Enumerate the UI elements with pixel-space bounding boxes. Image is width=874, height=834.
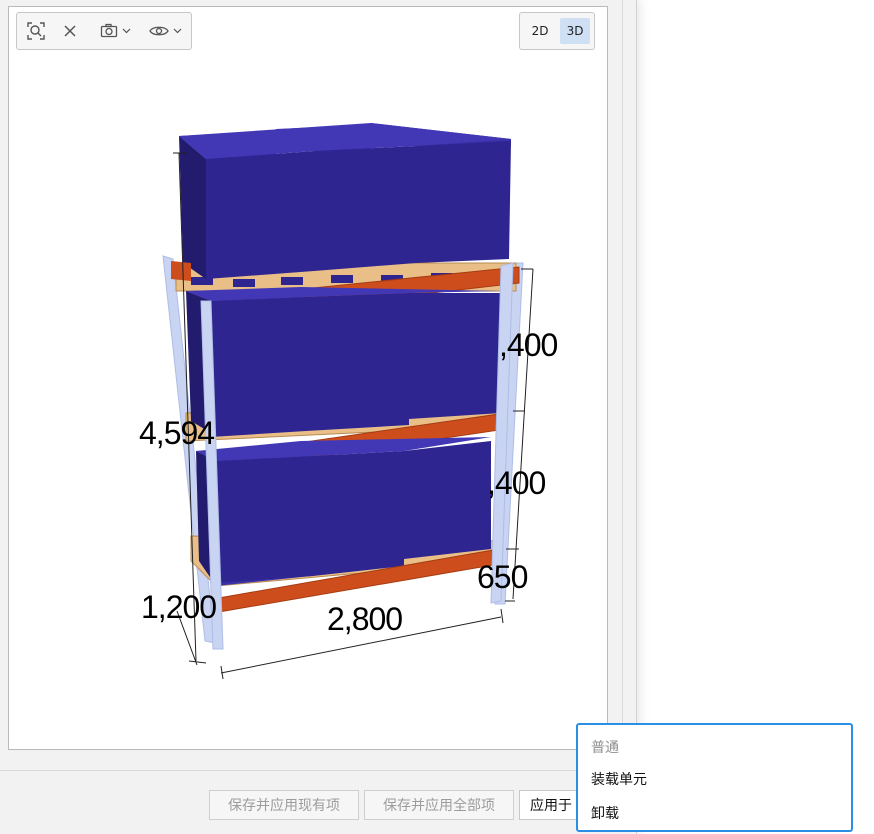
dim-level-middle: ,400 (487, 465, 546, 501)
apply-to-dropdown-menu: 普通 装载单元 卸载 (576, 723, 853, 832)
dim-total-height: 4,594 (139, 415, 215, 451)
3d-viewport[interactable]: 4,594 ,400 ,400 650 1,200 2,800 (8, 6, 608, 750)
menu-item-load-unit[interactable]: 装载单元 (591, 769, 647, 789)
rack-editor-panel: 4,594 ,400 ,400 650 1,200 2,800 2D 3D 保存… (0, 0, 637, 834)
dim-bottom-clearance: 650 (477, 559, 528, 595)
view-3d-button[interactable]: 3D (560, 18, 590, 44)
save-apply-current-button[interactable]: 保存并应用现有项 (209, 790, 359, 820)
dim-depth: 1,200 (141, 589, 217, 625)
menu-item-normal[interactable]: 普通 (591, 737, 619, 757)
visibility-dropdown[interactable] (143, 17, 187, 45)
beam-top-back (171, 261, 191, 281)
load-units-top (179, 123, 511, 279)
panel-divider (622, 0, 623, 760)
view-mode-toggle: 2D 3D (519, 12, 595, 50)
dim-level-top: ,400 (499, 327, 558, 363)
close-icon[interactable] (57, 17, 83, 45)
chevron-down-icon (173, 28, 182, 34)
menu-item-unload[interactable]: 卸载 (591, 803, 619, 823)
rack-3d-scene (162, 123, 534, 680)
apply-to-button[interactable]: 应用于 (519, 790, 581, 820)
load-units-middle (186, 287, 501, 437)
camera-icon (100, 23, 118, 39)
zoom-fit-icon[interactable] (23, 17, 49, 45)
view-2d-button[interactable]: 2D (525, 18, 555, 44)
footer-divider (0, 770, 636, 771)
chevron-down-icon (122, 28, 131, 34)
camera-dropdown[interactable] (93, 17, 137, 45)
viewport-toolbar (16, 12, 192, 50)
eye-icon (148, 24, 169, 38)
dim-width: 2,800 (327, 601, 403, 637)
save-apply-all-button[interactable]: 保存并应用全部项 (364, 790, 514, 820)
